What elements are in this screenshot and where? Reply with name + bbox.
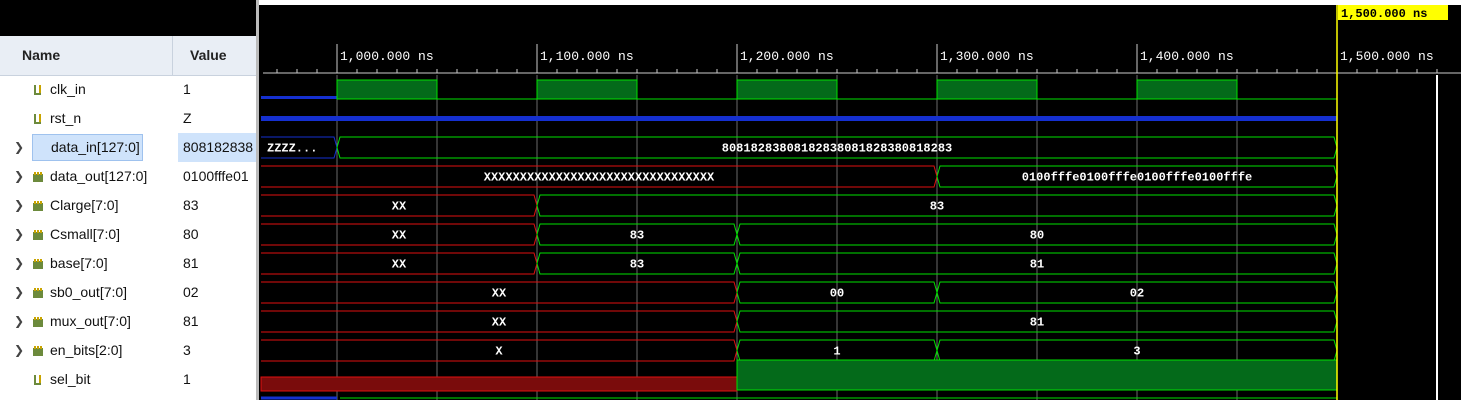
signal-row[interactable]: ❯ en_bits[2:0] 3 (0, 336, 256, 365)
signal-row[interactable]: ❯ base[7:0] 81 (0, 249, 256, 278)
signal-row[interactable]: rst_n Z (0, 104, 256, 133)
chevron-right-icon[interactable]: ❯ (14, 285, 26, 299)
bus-value-label: 83 (930, 200, 944, 214)
signal-name: Clarge[7:0] (50, 197, 119, 213)
signal-name: en_bits[2:0] (50, 342, 123, 358)
clk-high-pulse (736, 79, 838, 100)
signal-row[interactable]: ❯ data_in[127:0] 808182838 (0, 133, 256, 162)
signal-value: 0100fffe01 (183, 168, 249, 184)
chevron-right-icon[interactable]: ❯ (14, 140, 26, 154)
signal-name: clk_in (50, 81, 86, 97)
clk-high-pulse (336, 79, 438, 100)
bus-value-label: XXXXXXXXXXXXXXXXXXXXXXXXXXXXXXXX (484, 171, 715, 185)
sel-x-segment (260, 376, 738, 392)
bus-signal-icon (32, 257, 44, 269)
clk-undefined-segment (261, 96, 337, 99)
bus-value-label: 80818283808182838081828380818283 (722, 142, 952, 156)
chevron-right-icon[interactable]: ❯ (14, 169, 26, 183)
name-panel-header-spacer (0, 0, 256, 36)
signal-name: sb0_out[7:0] (50, 284, 128, 300)
bus-signal-icon (32, 228, 44, 240)
signal-value: 81 (183, 313, 199, 329)
bus-value-label: XX (392, 229, 407, 243)
signal-name-panel: Name Value clk_in 1 rst_n Z ❯ data_in[127:0] 8… (0, 0, 256, 400)
bus-value-label: XX (492, 287, 507, 301)
chevron-right-icon[interactable]: ❯ (14, 227, 26, 241)
signal-row[interactable]: ❯ data_out[127:0] 0100fffe01 (0, 162, 256, 191)
signal-value: 80 (183, 226, 199, 242)
signal-row[interactable]: ❯ mux_out[7:0] 81 (0, 307, 256, 336)
column-divider[interactable] (172, 36, 173, 75)
bit-signal-icon (32, 83, 44, 95)
signal-value: 808182838 (178, 133, 256, 162)
rst-z-segment (261, 116, 1337, 121)
time-label: 1,200.000 ns (740, 49, 834, 64)
time-label: 1,000.000 ns (340, 49, 434, 64)
time-label: 1,100.000 ns (540, 49, 634, 64)
chevron-right-icon[interactable]: ❯ (14, 314, 26, 328)
bus-value-label: 83 (630, 258, 644, 272)
name-column-header[interactable]: Name (22, 36, 60, 75)
value-column-header[interactable]: Value (190, 36, 227, 75)
signal-name: data_in[127:0] (32, 134, 143, 161)
signal-value: Z (183, 110, 192, 126)
bus-value-label: 02 (1130, 287, 1144, 301)
bus-signal-icon (32, 199, 44, 211)
bus-value-label: 0100fffe0100fffe0100fffe0100fffe (1022, 171, 1252, 185)
top-border-strip (259, 0, 1461, 5)
signal-name: sel_bit (50, 371, 91, 387)
signal-name: mux_out[7:0] (50, 313, 131, 329)
cursor-time-label: 1,500.000 ns (1341, 7, 1427, 21)
signal-row[interactable]: ❯ Csmall[7:0] 80 (0, 220, 256, 249)
bus-value-label: 81 (1030, 316, 1044, 330)
signal-value: 83 (183, 197, 199, 213)
chevron-right-icon[interactable]: ❯ (14, 198, 26, 212)
bus-signal-icon (32, 286, 44, 298)
bus-value-label: ZZZZ... (267, 142, 317, 156)
bus-value-label: 3 (1133, 345, 1140, 359)
signal-row[interactable]: ❯ sb0_out[7:0] 02 (0, 278, 256, 307)
signal-value: 81 (183, 255, 199, 271)
signal-name: rst_n (50, 110, 82, 126)
sel-high-segment (736, 359, 1338, 391)
bus-value-label: 81 (1030, 258, 1044, 272)
bus-value-label: XX (392, 258, 407, 272)
signal-value: 1 (183, 371, 191, 387)
bus-value-label: 83 (630, 229, 644, 243)
signal-value: 02 (183, 284, 199, 300)
waveform-view[interactable]: 1,000.000 ns 1,100.000 ns 1,200.000 ns 1,30… (259, 0, 1461, 400)
bus-value-label: 00 (830, 287, 844, 301)
signal-row[interactable]: clk_in 1 (0, 75, 256, 104)
bus-value-label: XX (492, 316, 507, 330)
bus-signal-icon (32, 315, 44, 327)
bit-signal-icon (32, 112, 44, 124)
time-label: 1,500.000 ns (1340, 49, 1434, 64)
time-label: 1,300.000 ns (940, 49, 1034, 64)
bus-value-label: X (495, 345, 503, 359)
chevron-right-icon[interactable]: ❯ (14, 343, 26, 357)
clk-high-pulse (536, 79, 638, 100)
bus-value-label: 80 (1030, 229, 1044, 243)
signal-value: 1 (183, 81, 191, 97)
time-label: 1,400.000 ns (1140, 49, 1234, 64)
column-header: Name Value (0, 36, 256, 76)
clk-high-pulse (1136, 79, 1238, 100)
bus-value-label: XX (392, 200, 407, 214)
bus-signal-icon (32, 170, 44, 182)
bus-value-label: 1 (833, 345, 840, 359)
signal-name: Csmall[7:0] (50, 226, 121, 242)
signal-row[interactable]: sel_bit 1 (0, 365, 256, 394)
bus-signal-icon (32, 344, 44, 356)
signal-name: data_out[127:0] (50, 168, 148, 184)
signal-value: 3 (183, 342, 191, 358)
signal-row[interactable]: ❯ Clarge[7:0] 83 (0, 191, 256, 220)
chevron-right-icon[interactable]: ❯ (14, 256, 26, 270)
bit-signal-icon (32, 373, 44, 385)
waveform-canvas[interactable]: 1,000.000 ns 1,100.000 ns 1,200.000 ns 1,30… (259, 0, 1461, 400)
clk-high-pulse (936, 79, 1038, 100)
signal-name: base[7:0] (50, 255, 108, 271)
